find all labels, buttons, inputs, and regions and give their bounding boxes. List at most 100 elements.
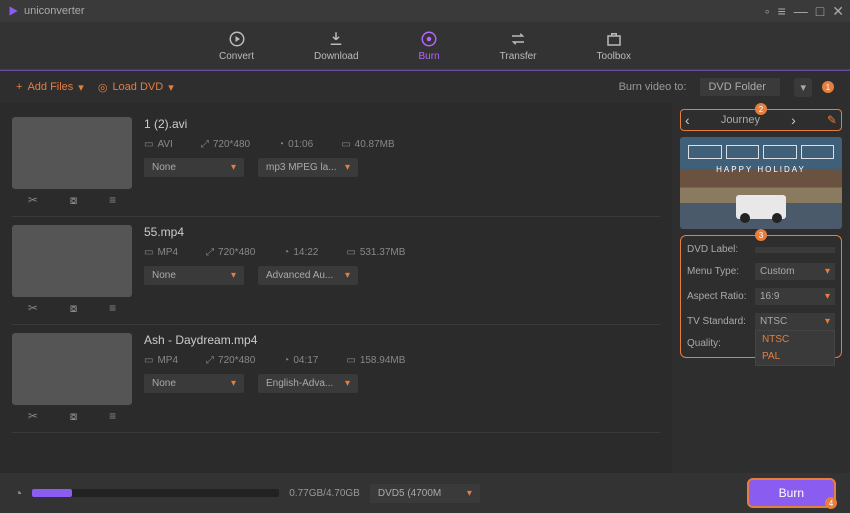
effects-icon[interactable]: ≡ <box>109 409 116 424</box>
audio-select[interactable]: mp3 MPEG la...▾ <box>258 158 358 177</box>
tab-transfer[interactable]: Transfer <box>500 30 537 62</box>
footer-bar: ◔ 0.77GB/4.70GB DVD5 (4700M▾ Burn 4 <box>0 473 850 513</box>
template-next[interactable]: › <box>791 112 796 128</box>
tv-standard-option[interactable]: NTSC <box>756 331 834 348</box>
dvd-label-label: DVD Label: <box>687 244 751 255</box>
list-item: ✂ ⧇ ≡ Ash - Daydream.mp4 ▭MP4 ⤢720*480 ◔… <box>12 325 660 433</box>
tab-transfer-label: Transfer <box>500 51 537 62</box>
aspect-ratio-select[interactable]: 16:9▾ <box>755 288 835 305</box>
plus-icon: + <box>16 81 22 93</box>
burn-to-dropdown[interactable]: ▾ <box>794 78 812 97</box>
template-prev[interactable]: ‹ <box>685 112 690 128</box>
file-name: 55.mp4 <box>144 225 660 239</box>
user-icon[interactable]: ◦ <box>765 3 770 19</box>
file-resolution: 720*480 <box>218 247 255 258</box>
file-duration: 14:22 <box>293 247 318 258</box>
app-brand: uniconverter <box>6 4 85 18</box>
subtitle-select[interactable]: None▾ <box>144 158 244 177</box>
chevron-down-icon: ▾ <box>78 81 84 94</box>
effects-icon[interactable]: ≡ <box>109 301 116 316</box>
add-files-button[interactable]: + Add Files ▾ <box>16 81 84 94</box>
toolbox-icon <box>605 30 623 48</box>
tab-download[interactable]: Download <box>314 30 358 62</box>
minimize-icon[interactable]: — <box>794 3 808 19</box>
format-icon: ▭ <box>144 247 153 258</box>
list-item: ✂ ⧇ ≡ 55.mp4 ▭MP4 ⤢720*480 ◔14:22 ▭531.3… <box>12 217 660 325</box>
subtitle-select[interactable]: None▾ <box>144 266 244 285</box>
crop-icon[interactable]: ⧇ <box>70 301 78 316</box>
chevron-down-icon: ▾ <box>467 488 472 499</box>
tv-standard-dropdown: NTSC PAL <box>755 330 835 366</box>
template-preview[interactable]: HAPPY HOLIDAY <box>680 137 842 229</box>
clock-icon: ◔ <box>283 355 289 366</box>
tab-toolbox-label: Toolbox <box>597 51 631 62</box>
edit-icon[interactable]: ✎ <box>827 113 837 127</box>
crop-icon[interactable]: ⧇ <box>70 409 78 424</box>
audio-select[interactable]: Advanced Au...▾ <box>258 266 358 285</box>
menu-type-select[interactable]: Custom▾ <box>755 263 835 280</box>
add-files-label: Add Files <box>27 81 73 93</box>
file-format: MP4 <box>157 247 178 258</box>
thumbnail[interactable] <box>12 225 132 297</box>
cut-icon[interactable]: ✂ <box>28 409 38 424</box>
action-toolbar: + Add Files ▾ ◎ Load DVD ▾ Burn video to… <box>0 71 850 103</box>
callout-badge-4: 4 <box>825 497 837 509</box>
burn-button[interactable]: Burn 4 <box>747 478 836 508</box>
menu-type-label: Menu Type: <box>687 266 751 277</box>
disc-size: 0.77GB/4.70GB <box>289 488 360 499</box>
history-icon[interactable]: ◔ <box>14 485 22 501</box>
audio-select[interactable]: English-Adva...▾ <box>258 374 358 393</box>
clock-icon: ◔ <box>278 139 284 150</box>
cut-icon[interactable]: ✂ <box>28 193 38 208</box>
file-format: MP4 <box>157 355 178 366</box>
transfer-icon <box>509 30 527 48</box>
load-dvd-button[interactable]: ◎ Load DVD ▾ <box>98 81 174 94</box>
settings-sidebar: 2 ‹ Journey › ✎ HAPPY HOLIDAY 3 DVD Labe… <box>672 103 850 473</box>
subtitle-select[interactable]: None▾ <box>144 374 244 393</box>
load-dvd-label: Load DVD <box>112 81 163 93</box>
tab-toolbox[interactable]: Toolbox <box>597 30 631 62</box>
convert-icon <box>228 30 246 48</box>
tab-convert[interactable]: Convert <box>219 30 254 62</box>
chevron-down-icon: ▾ <box>825 266 830 277</box>
cut-icon[interactable]: ✂ <box>28 301 38 316</box>
file-duration: 04:17 <box>293 355 318 366</box>
list-item: ✂ ⧇ ≡ 1 (2).avi ▭AVI ⤢720*480 ◔01:06 ▭40… <box>12 109 660 217</box>
callout-badge-1: 1 <box>822 81 834 93</box>
crop-icon[interactable]: ⧇ <box>70 193 78 208</box>
tv-standard-label: TV Standard: <box>687 316 751 327</box>
menu-icon[interactable]: ≡ <box>778 3 786 19</box>
main-tabs: Convert Download Burn Transfer Toolbox <box>0 22 850 70</box>
callout-badge-3: 3 <box>755 229 767 241</box>
thumbnail[interactable] <box>12 333 132 405</box>
file-size: 531.37MB <box>360 247 406 258</box>
thumbnail[interactable] <box>12 117 132 189</box>
close-icon[interactable]: ✕ <box>832 3 844 20</box>
quality-label: Quality: <box>687 338 751 349</box>
chevron-down-icon: ▾ <box>345 378 350 389</box>
dvd-label-input[interactable] <box>755 247 835 253</box>
disc-icon: ◎ <box>98 81 108 94</box>
file-name: 1 (2).avi <box>144 117 660 131</box>
app-logo-icon <box>6 4 20 18</box>
effects-icon[interactable]: ≡ <box>109 193 116 208</box>
chevron-down-icon: ▾ <box>231 162 236 173</box>
format-icon: ▭ <box>144 355 153 366</box>
aspect-ratio-label: Aspect Ratio: <box>687 291 751 302</box>
chevron-down-icon: ▾ <box>231 270 236 281</box>
tab-burn[interactable]: Burn <box>419 30 440 62</box>
tv-standard-select[interactable]: NTSC▾ NTSC PAL <box>755 313 835 330</box>
burn-button-label: Burn <box>779 486 804 500</box>
download-icon <box>327 30 345 48</box>
burn-to-select[interactable]: DVD Folder <box>700 78 780 96</box>
disc-type-select[interactable]: DVD5 (4700M▾ <box>370 484 480 503</box>
tab-convert-label: Convert <box>219 51 254 62</box>
file-resolution: 720*480 <box>213 139 250 150</box>
tv-standard-option[interactable]: PAL <box>756 348 834 365</box>
format-icon: ▭ <box>144 139 153 150</box>
file-list: ✂ ⧇ ≡ 1 (2).avi ▭AVI ⤢720*480 ◔01:06 ▭40… <box>0 103 672 473</box>
chevron-down-icon: ▾ <box>345 270 350 281</box>
folder-icon: ▭ <box>346 355 355 366</box>
resolution-icon: ⤢ <box>206 247 214 258</box>
maximize-icon[interactable]: □ <box>816 3 824 19</box>
